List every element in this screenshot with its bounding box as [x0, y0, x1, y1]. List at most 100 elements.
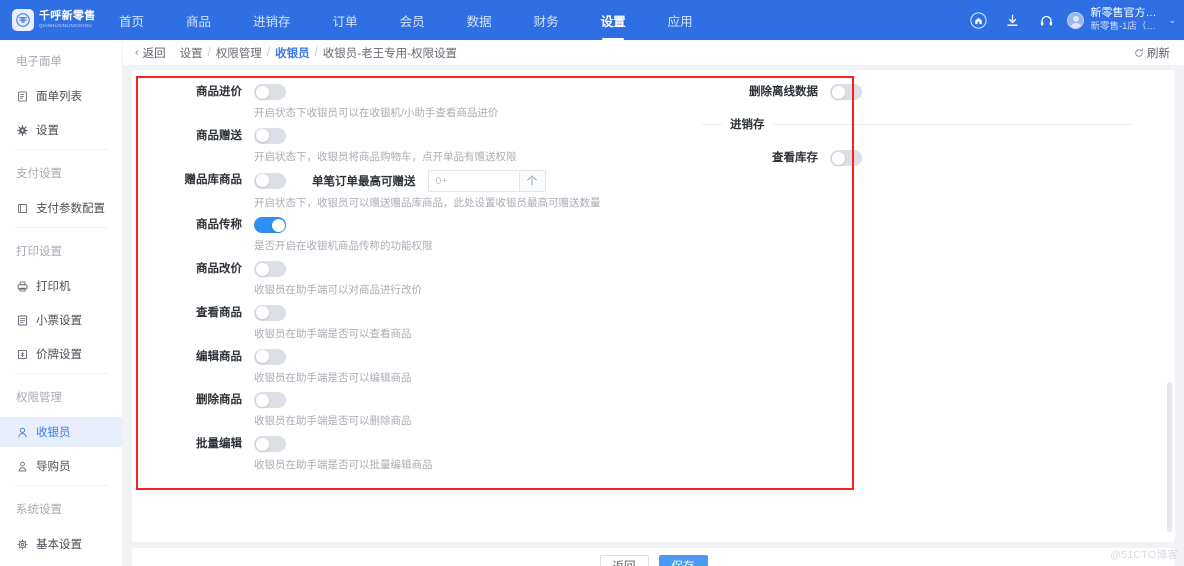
sidebar-divider	[14, 485, 108, 486]
back-button-footer[interactable]: 返回	[599, 555, 649, 566]
chevron-down-icon[interactable]: ⌄	[1168, 15, 1176, 26]
sidebar-item-eorder-settings[interactable]: 设置	[0, 115, 122, 145]
form-body: 收银员在助手端可以对商品进行改价	[254, 259, 692, 299]
breadcrumb-item-cashier[interactable]: 收银员	[275, 45, 310, 61]
avatar	[1067, 11, 1085, 29]
nav-item-members[interactable]: 会员	[379, 0, 446, 40]
toggle-purchase-price[interactable]	[254, 84, 286, 100]
form-body: 收银员在助手端是否可以查看商品	[254, 303, 692, 343]
divider-line-right	[772, 123, 1132, 125]
form-row-view-product: 查看商品 收银员在助手端是否可以查看商品	[162, 303, 692, 343]
sidebar-item-label: 设置	[36, 125, 59, 137]
nav-item-orders[interactable]: 订单	[312, 0, 379, 40]
sidebar-item-cashier[interactable]: 收银员	[0, 417, 122, 447]
back-button-label: 返回	[142, 47, 166, 60]
toggle-product-gift[interactable]	[254, 127, 286, 144]
sidebar-item-shopping-guide[interactable]: 导购员	[0, 451, 122, 481]
user-icon	[16, 426, 29, 439]
form-description: 是否开启在收银机商品传称的功能权限	[254, 240, 433, 253]
breadcrumb-item-permissions[interactable]: 权限管理	[216, 45, 262, 61]
sidebar-item-label: 小票设置	[36, 315, 82, 327]
form-control	[830, 82, 1132, 102]
save-button[interactable]: 保存	[658, 555, 708, 566]
sidebar-item-receipt-settings[interactable]: 小票设置	[0, 305, 122, 335]
home-icon[interactable]	[961, 0, 995, 40]
section-title: 进销存	[730, 119, 765, 131]
form-row-change-price: 商品改价 收银员在助手端可以对商品进行改价	[162, 259, 692, 299]
toggle-view-stock[interactable]	[830, 150, 862, 166]
gear-filled-icon	[16, 124, 29, 137]
logo-icon	[12, 9, 34, 31]
form-label: 商品改价	[196, 263, 242, 275]
brand-logo[interactable]: 千呼新零售 QIANHUXINLINGSHOU	[0, 9, 95, 31]
form-body	[830, 82, 1132, 102]
sidebar-group-permissions: 权限管理	[16, 392, 62, 404]
breadcrumb-bar: ‹ 返回 设置 / 权限管理 / 收银员 / 收银员-老王专用-权限设置 刷新	[123, 40, 1184, 66]
toggle-delete-product[interactable]	[254, 392, 286, 409]
vertical-scrollbar[interactable]	[1167, 382, 1172, 532]
form-body: 单笔订单最高可赠送 0+ 个 开启状态下，收银员可以赠送赠品库商品，此处设置收银…	[254, 169, 692, 212]
nav-item-products[interactable]: 商品	[165, 0, 232, 40]
sidebar: 电子面单 面单列表 设置 支付设置 支付参数配置 打印设置 打印机 小票设置 价…	[0, 40, 123, 566]
user-shop: 新零售-1店（勿…	[1090, 20, 1163, 32]
sidebar-item-printer[interactable]: 打印机	[0, 271, 122, 301]
form-control	[254, 259, 692, 279]
form-row-view-stock: 查看库存	[702, 148, 1132, 168]
sidebar-group-print: 打印设置	[16, 246, 62, 258]
form-control	[254, 82, 692, 102]
sidebar-item-label: 价牌设置	[36, 349, 82, 361]
form-description: 收银员在助手端可以对商品进行改价	[254, 284, 422, 296]
refresh-button[interactable]: 刷新	[1134, 45, 1170, 61]
toggle-delete-offline-data[interactable]	[830, 84, 862, 100]
toggle-gift-library[interactable]	[254, 172, 286, 189]
form-row-weigh-transfer: 商品传称 是否开启在收银机商品传称的功能权限	[162, 215, 692, 255]
toggle-weigh-transfer[interactable]	[254, 217, 286, 234]
nav-item-data[interactable]: 数据	[446, 0, 513, 40]
sidebar-group-payment: 支付设置	[16, 168, 62, 180]
headset-icon[interactable]	[1029, 0, 1063, 40]
download-icon[interactable]	[995, 0, 1029, 40]
divider-line-left	[702, 123, 722, 125]
form-control	[254, 303, 692, 323]
form-control	[254, 126, 692, 146]
brand-subtitle: QIANHUXINLINGSHOU	[39, 23, 92, 29]
max-gift-unit: 个	[519, 169, 546, 192]
sidebar-item-label: 收银员	[36, 427, 71, 439]
form-label: 商品传称	[196, 219, 242, 232]
nav-item-finance[interactable]: 财务	[513, 0, 580, 40]
form-row-batch-edit: 批量编辑 收银员在助手端是否可以批量编辑商品	[162, 434, 692, 474]
sidebar-item-payment-config[interactable]: 支付参数配置	[0, 193, 122, 223]
form-label: 删除商品	[196, 394, 242, 407]
form-description: 开启状态下收银员可以在收银机/小助手查看商品进价	[254, 107, 499, 119]
user-menu[interactable]: 新零售官方… 新零售-1店（勿… ⌄	[1063, 7, 1176, 33]
nav-item-inventory[interactable]: 进销存	[232, 0, 312, 40]
form-row-delete-offline-data: 删除离线数据	[702, 82, 1132, 102]
refresh-label: 刷新	[1147, 47, 1170, 60]
toggle-view-product[interactable]	[254, 304, 286, 321]
printer-icon	[16, 280, 29, 293]
sidebar-item-label: 面单列表	[36, 91, 82, 103]
user-info: 新零售官方… 新零售-1店（勿…	[1090, 7, 1162, 33]
toggle-batch-edit[interactable]	[254, 436, 286, 452]
form-body: 收银员在助手端是否可以删除商品	[254, 390, 692, 430]
toggle-change-price[interactable]	[254, 261, 286, 277]
sidebar-item-waybill-list[interactable]: 面单列表	[0, 81, 122, 111]
form-control: 单笔订单最高可赠送 0+ 个	[254, 169, 692, 192]
toggle-edit-product[interactable]	[254, 348, 286, 365]
nav-item-home[interactable]: 首页	[98, 0, 165, 40]
form-control	[254, 347, 692, 367]
nav-item-settings[interactable]: 设置	[580, 0, 647, 40]
pricetag-icon	[16, 348, 29, 361]
breadcrumb-item-settings[interactable]: 设置	[180, 45, 203, 61]
sidebar-item-basic-settings[interactable]: 基本设置	[0, 529, 122, 559]
form-body: 开启状态下，收银员将商品购物车，点开单品有赠送权限	[254, 126, 692, 166]
sidebar-item-pricetag-settings[interactable]: 价牌设置	[0, 339, 122, 369]
form-label: 商品赠送	[196, 129, 242, 142]
back-button[interactable]: ‹ 返回	[135, 45, 166, 61]
max-gift-input[interactable]: 0+	[427, 169, 520, 192]
section-divider-inventory: 进销存	[702, 116, 1132, 132]
nav-item-apps[interactable]: 应用	[647, 0, 714, 40]
panel-scroll-area[interactable]: 商品进价 开启状态下收银员可以在收银机/小助手查看商品进价 商品赠送 开启状态下…	[132, 70, 1175, 542]
form-label: 赠品库商品	[184, 173, 243, 186]
form-body: 开启状态下收银员可以在收银机/小助手查看商品进价	[254, 82, 692, 122]
